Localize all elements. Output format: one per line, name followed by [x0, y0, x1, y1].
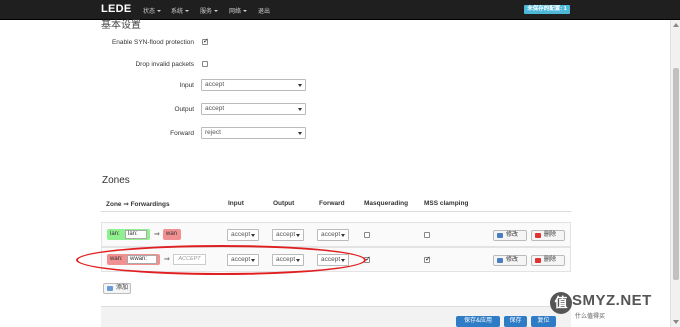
vertical-scrollbar[interactable] [670, 20, 680, 327]
zone-network-lan[interactable]: lan: [125, 230, 147, 239]
chevron-down-icon [157, 10, 162, 13]
chevron-down-icon [243, 10, 248, 13]
lan-edit-button[interactable]: 修改 [493, 230, 527, 241]
chevron-down-icon [214, 10, 219, 13]
add-icon [107, 286, 113, 291]
menu-network[interactable]: 网络 [229, 6, 248, 15]
section-heading-general: 基本设置 [101, 20, 141, 31]
output-policy-label: Output [174, 106, 194, 113]
annotation-ellipse [76, 245, 366, 275]
chevron-down-icon [185, 10, 190, 13]
col-header-mss-clamping: MSS clamping [424, 200, 469, 207]
forward-arrow: ⇒ [154, 231, 160, 238]
reset-button[interactable]: 复位 [531, 316, 556, 327]
lan-output-select[interactable]: accept [272, 229, 304, 241]
wan-mss-checkbox[interactable] [424, 255, 431, 263]
input-policy-select[interactable]: accept [201, 79, 306, 91]
watermark-text: SMYZ.NET [572, 292, 652, 309]
dest-zone-wan: wan [163, 229, 181, 240]
wan-delete-button[interactable]: 删除 [531, 255, 565, 266]
lan-input-select[interactable]: accept [227, 229, 259, 241]
watermark-subtext: 什么值得买 [575, 314, 606, 320]
input-policy-label: Input [179, 82, 194, 89]
chevron-down-icon [298, 84, 302, 87]
syn-flood-label: Enable SYN-flood protection [111, 39, 194, 46]
header-divider [101, 211, 571, 212]
drop-invalid-label: Drop invalid packets [135, 61, 194, 68]
watermark-logo: 值 [550, 292, 572, 314]
col-header-forward: Forward [319, 200, 345, 207]
scroll-down-icon[interactable] [673, 320, 679, 324]
scroll-up-icon[interactable] [673, 23, 679, 27]
col-header-masquerading: Masquerading [364, 200, 409, 207]
chevron-down-icon [341, 234, 345, 237]
lan-delete-button[interactable]: 删除 [531, 230, 565, 241]
unsaved-changes-badge[interactable]: 未保存的配置: 1 [524, 5, 570, 14]
col-header-input: Input [228, 200, 244, 207]
chevron-down-icon [298, 132, 302, 135]
save-button[interactable]: 保存 [504, 316, 527, 327]
drop-invalid-checkbox[interactable] [202, 61, 208, 67]
footer-bar [101, 306, 571, 327]
menu-logout[interactable]: 退出 [258, 6, 270, 15]
brand-logo[interactable]: LEDE [101, 3, 132, 15]
output-policy-select[interactable]: accept [201, 103, 306, 115]
lan-forward-select[interactable]: accept [317, 229, 349, 241]
save-apply-button[interactable]: 保存&应用 [456, 316, 500, 327]
chevron-down-icon [298, 108, 302, 111]
chevron-down-icon [251, 234, 255, 237]
wan-edit-button[interactable]: 修改 [493, 255, 527, 266]
add-zone-button[interactable]: 添加 [103, 283, 131, 294]
zones-title: Zones [102, 175, 130, 186]
col-header-zone: Zone ⇒ Forwardings [106, 201, 170, 208]
menu-services[interactable]: 服务 [200, 6, 219, 15]
lan-masquerading-checkbox[interactable] [364, 232, 370, 238]
lan-mss-checkbox[interactable] [424, 232, 430, 238]
zone-badge-lan[interactable]: lan: lan: [107, 229, 150, 240]
edit-icon [497, 233, 503, 238]
forward-policy-label: Forward [170, 130, 194, 137]
delete-icon [535, 258, 541, 263]
forward-policy-select[interactable]: reject [201, 127, 306, 139]
delete-icon [535, 233, 541, 238]
edit-icon [497, 258, 503, 263]
menu-status[interactable]: 状态 [143, 6, 162, 15]
chevron-down-icon [296, 234, 300, 237]
col-header-output: Output [273, 200, 295, 207]
scrollbar-thumb[interactable] [673, 68, 679, 280]
syn-flood-checkbox[interactable] [202, 37, 209, 45]
menu-system[interactable]: 系统 [171, 6, 190, 15]
